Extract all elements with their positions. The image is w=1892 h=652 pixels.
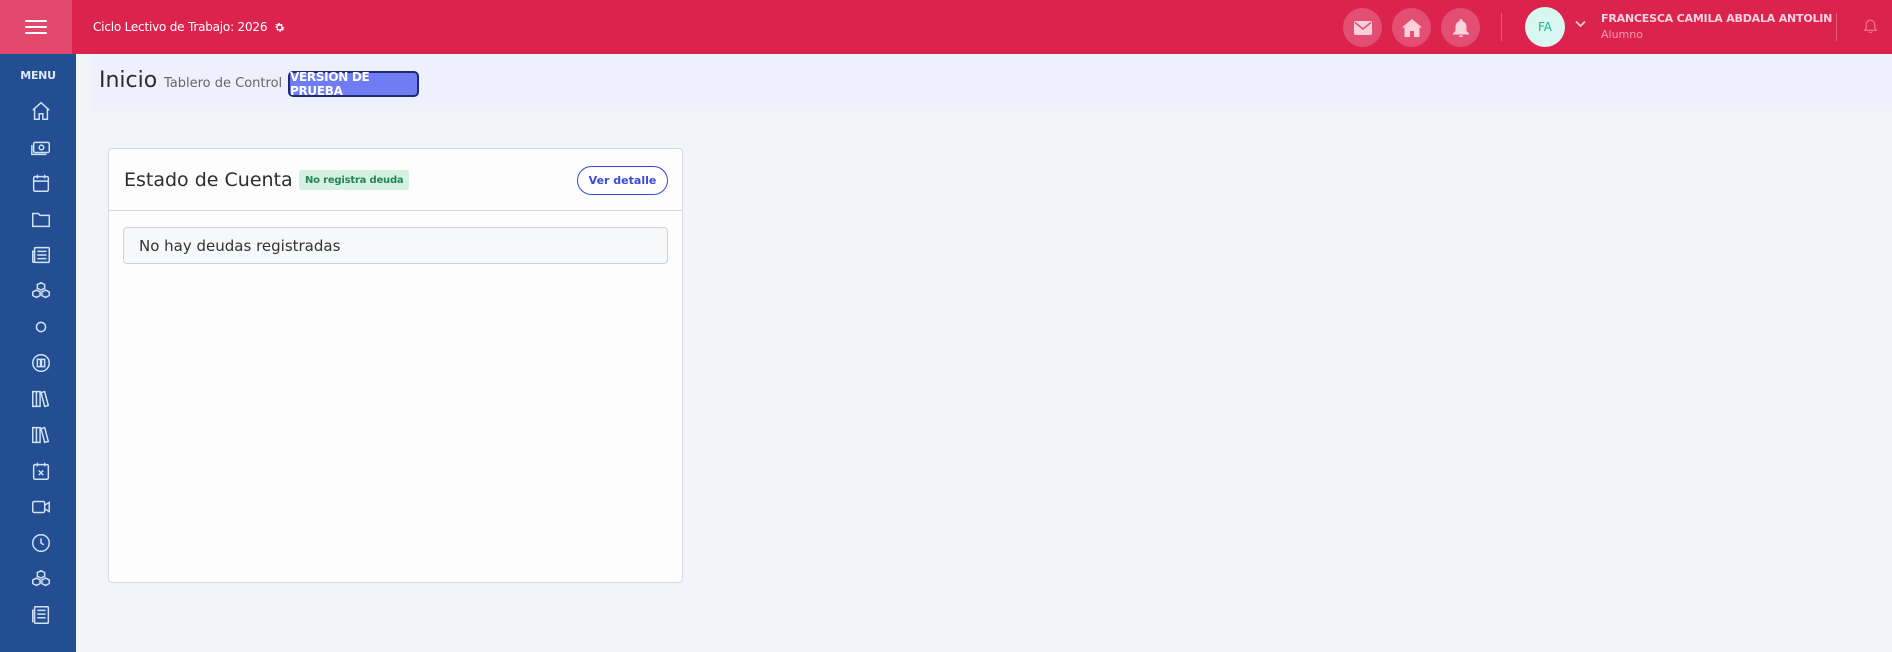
sidebar-item-payments[interactable] (29, 135, 53, 159)
menu-title: MENU (20, 69, 56, 82)
top-navbar: Ciclo Lectivo de Trabajo: 2026 (0, 0, 1892, 54)
sidebar-item-home[interactable] (29, 99, 53, 123)
library-icon (32, 390, 50, 408)
document-icon (32, 606, 50, 624)
account-status-card: Estado de Cuenta No registra deuda Ver d… (108, 148, 683, 583)
sidebar-item-video[interactable] (29, 495, 53, 519)
empty-debts-message: No hay deudas registradas (123, 227, 668, 264)
book-circle-icon (32, 354, 50, 372)
sidebar-item-schedule[interactable] (29, 531, 53, 555)
bell-icon (1452, 18, 1469, 37)
hamburger-icon (25, 20, 47, 34)
page-title: Inicio (99, 68, 158, 93)
user-role: Alumno (1601, 28, 1643, 41)
sidebar-gutter (76, 54, 92, 652)
menu-toggle-button[interactable] (0, 0, 72, 54)
gear-icon[interactable] (273, 21, 286, 34)
sidebar-item-library[interactable] (29, 387, 53, 411)
boxes-icon (32, 569, 50, 587)
status-badge: No registra deuda (299, 170, 410, 190)
calendar-icon (32, 174, 50, 192)
avatar[interactable]: FA (1525, 7, 1565, 47)
topbar-divider (1501, 13, 1502, 41)
calendar-x-icon (32, 462, 50, 480)
money-icon (31, 141, 50, 156)
sidebar-item-news[interactable] (29, 243, 53, 267)
sidebar-item-library-2[interactable] (29, 423, 53, 447)
chevron-down-icon[interactable] (1575, 20, 1586, 28)
card-header: Estado de Cuenta No registra deuda Ver d… (109, 149, 682, 211)
sidebar-item-modules[interactable] (29, 279, 53, 303)
cycle-label: Ciclo Lectivo de Trabajo: 2026 (93, 20, 268, 34)
envelope-icon (1353, 20, 1372, 35)
page-subtitle: Tablero de Control (164, 76, 283, 91)
sidebar-item-files[interactable] (29, 207, 53, 231)
beta-version-badge: VERSIÓN DE PRUEBA (288, 70, 419, 98)
news-icon (32, 246, 50, 264)
user-name[interactable]: FRANCESCA CAMILA ABDALA ANTOLIN (1601, 12, 1832, 25)
home-icon (32, 101, 50, 120)
home-button[interactable] (1392, 8, 1431, 47)
card-title: Estado de Cuenta (124, 169, 293, 191)
video-icon (32, 500, 50, 514)
boxes-icon (32, 281, 50, 299)
folder-icon (32, 212, 50, 228)
sidebar-item-circle[interactable] (29, 315, 53, 339)
circle-icon (35, 321, 47, 333)
topbar-divider (1836, 13, 1837, 41)
messages-button[interactable] (1343, 8, 1382, 47)
notifications-button[interactable] (1441, 8, 1480, 47)
cycle-selector[interactable]: Ciclo Lectivo de Trabajo: 2026 (93, 20, 286, 34)
sidebar-item-absences[interactable] (29, 459, 53, 483)
clock-icon (32, 534, 50, 552)
sidebar-item-document[interactable] (29, 603, 53, 627)
sidebar-item-modules-2[interactable] (29, 567, 53, 591)
home-icon (1401, 18, 1422, 37)
sidebar-item-calendar[interactable] (29, 171, 53, 195)
bell-icon[interactable] (1864, 19, 1877, 33)
sidebar-item-library-circle[interactable] (29, 351, 53, 375)
view-detail-button[interactable]: Ver detalle (577, 166, 668, 195)
library-icon (32, 426, 50, 444)
